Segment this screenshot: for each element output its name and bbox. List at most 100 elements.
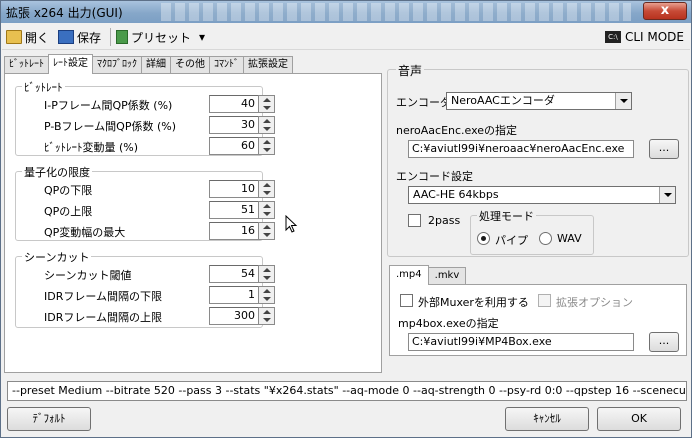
qpstep-spinner[interactable] — [258, 222, 275, 240]
preset-button[interactable]: プリセット ▾ — [116, 27, 205, 47]
qpmin-input[interactable]: 10 — [209, 180, 259, 198]
folder-icon — [6, 30, 22, 44]
qpmax-label: QPの上限 — [44, 205, 93, 218]
tab-mp4[interactable]: .mp4 — [389, 265, 429, 285]
scenecut-row: シーンカット閾値 54 — [16, 265, 275, 283]
pb-ratio-spinner[interactable] — [258, 116, 275, 134]
qpmin-spinner[interactable] — [258, 180, 275, 198]
qcomp-spinner[interactable] — [258, 137, 275, 155]
settings-tabbar: ﾋﾞｯﾄﾚｰﾄ ﾚｰﾄ設定 ﾏｸﾛﾌﾞﾛｯｸ 詳細 その他 ｺﾏﾝﾄﾞ 拡張設定 — [4, 54, 293, 74]
qcomp-row: ﾋﾞｯﾄﾚｰﾄ変動量 (%) 60 — [16, 137, 275, 155]
min-keyint-label: IDRフレーム間隔の下限 — [44, 290, 163, 303]
mp4box-path-input[interactable]: C:¥aviutl99i¥MP4Box.exe — [408, 333, 634, 351]
encoder-select[interactable]: NeroAACエンコーダ — [446, 92, 632, 110]
save-label: 保存 — [77, 30, 102, 45]
processing-mode-group: 処理モード パイプ WAV — [470, 208, 594, 255]
twopass-label: 2pass — [428, 214, 461, 227]
open-label: 開く — [25, 30, 50, 45]
qpstep-input[interactable]: 16 — [209, 222, 259, 240]
mode-pipe-radio[interactable] — [477, 232, 490, 245]
scenecut-group-title: シーンカット — [22, 249, 92, 265]
scenecut-spinner[interactable] — [258, 265, 275, 283]
ip-ratio-row: I-Pフレーム間QP係数 (%) 40 — [16, 95, 275, 113]
audio-group: 音声 エンコーダ NeroAACエンコーダ neroAacEnc.exeの指定 … — [387, 62, 689, 257]
qpmax-row: QPの上限 51 — [16, 201, 275, 219]
mode-pipe-label: パイプ — [495, 234, 528, 247]
min-keyint-row: IDRフレーム間隔の下限 1 — [16, 286, 275, 304]
qpstep-label: QP変動幅の最大 — [44, 226, 126, 239]
encoder-label: エンコーダ — [396, 96, 451, 109]
exe-browse-button[interactable]: ... — [649, 139, 679, 159]
min-keyint-spinner[interactable] — [258, 286, 275, 304]
pb-ratio-input[interactable]: 30 — [209, 116, 259, 134]
cli-mode-button[interactable]: C:\ CLI MODE — [604, 27, 684, 47]
open-button[interactable]: 開く — [6, 27, 49, 47]
command-line-preview[interactable]: --preset Medium --bitrate 520 --pass 3 -… — [7, 381, 687, 401]
encoder-value: NeroAACエンコーダ — [451, 94, 555, 107]
encode-settings-value: AAC-HE 64kbps — [413, 188, 499, 201]
scenecut-label: シーンカット閾値 — [44, 269, 132, 282]
preset-label: プリセット — [131, 30, 192, 45]
tab-other[interactable]: その他 — [170, 56, 210, 74]
twopass-checkbox[interactable] — [408, 214, 421, 227]
keyint-input[interactable]: 300 — [209, 307, 259, 325]
cancel-button[interactable]: ｷｬﾝｾﾙ — [505, 407, 589, 431]
toolbar-separator — [110, 28, 111, 46]
audio-muxer-panel: 音声 エンコーダ NeroAACエンコーダ neroAacEnc.exeの指定 … — [387, 62, 689, 375]
cli-mode-label: CLI MODE — [624, 30, 684, 44]
ok-button[interactable]: OK — [597, 407, 681, 431]
ip-ratio-label: I-Pフレーム間QP係数 (%) — [44, 99, 173, 112]
processing-mode-title: 処理モード — [477, 208, 536, 224]
tab-details[interactable]: 詳細 — [141, 56, 171, 74]
pb-ratio-row: P-Bフレーム間QP係数 (%) 30 — [16, 116, 275, 134]
tab-command[interactable]: ｺﾏﾝﾄﾞ — [209, 56, 244, 74]
min-keyint-input[interactable]: 1 — [209, 286, 259, 304]
exe-path-input[interactable]: C:¥aviutl99i¥neroaac¥neroAacEnc.exe — [408, 140, 634, 158]
keyint-label: IDRフレーム間隔の上限 — [44, 311, 163, 324]
qpstep-row: QP変動幅の最大 16 — [16, 222, 275, 240]
mp4-muxer-panel: 外部Muxerを利用する 拡張オプション mp4box.exeの指定 C:¥av… — [389, 284, 687, 356]
ip-ratio-spinner[interactable] — [258, 95, 275, 113]
keyint-row: IDRフレーム間隔の上限 300 — [16, 307, 275, 325]
default-button[interactable]: ﾃﾞﾌｫﾙﾄ — [7, 407, 91, 431]
audio-group-title: 音声 — [396, 62, 425, 79]
quantizer-limit-group: 量子化の限度 QPの下限 10 QPの上限 51 QP変動幅の最大 16 — [15, 164, 275, 241]
external-muxer-label: 外部Muxerを利用する — [418, 296, 529, 309]
floppy-icon — [58, 30, 74, 44]
qpmin-label: QPの下限 — [44, 184, 93, 197]
preset-icon — [116, 30, 128, 44]
window-title: 拡張 x264 出力(GUI) — [6, 6, 123, 20]
ext-option-checkbox[interactable] — [538, 294, 551, 307]
mp4box-path-label: mp4box.exeの指定 — [398, 317, 499, 330]
bitrate-group: ﾋﾞｯﾄﾚｰﾄ I-Pフレーム間QP係数 (%) 40 P-Bフレーム間QP係数… — [15, 79, 275, 156]
save-button[interactable]: 保存 — [58, 27, 101, 47]
tab-extended-settings[interactable]: 拡張設定 — [243, 56, 293, 74]
scenecut-group: シーンカット シーンカット閾値 54 IDRフレーム間隔の下限 1 IDRフレー… — [15, 249, 275, 328]
tab-bitrate[interactable]: ﾋﾞｯﾄﾚｰﾄ — [4, 56, 49, 74]
mode-wav-label: WAV — [557, 232, 582, 245]
ip-ratio-input[interactable]: 40 — [209, 95, 259, 113]
chevron-down-icon — [615, 93, 631, 109]
close-button[interactable]: x — [643, 2, 687, 20]
mp4box-browse-button[interactable]: ... — [649, 332, 679, 352]
qpmax-input[interactable]: 51 — [209, 201, 259, 219]
external-muxer-checkbox[interactable] — [400, 294, 413, 307]
quantizer-group-title: 量子化の限度 — [22, 164, 92, 180]
keyint-spinner[interactable] — [258, 307, 275, 325]
title-bar[interactable]: 拡張 x264 出力(GUI) x — [1, 1, 691, 23]
mode-wav-radio[interactable] — [539, 232, 552, 245]
tab-rate-settings[interactable]: ﾚｰﾄ設定 — [48, 54, 93, 74]
tab-macroblock[interactable]: ﾏｸﾛﾌﾞﾛｯｸ — [92, 56, 142, 74]
encode-settings-label: エンコード設定 — [396, 170, 473, 183]
chevron-down-icon: ▾ — [199, 30, 206, 44]
qcomp-input[interactable]: 60 — [209, 137, 259, 155]
qpmin-row: QPの下限 10 — [16, 180, 275, 198]
scenecut-input[interactable]: 54 — [209, 265, 259, 283]
console-icon: C:\ — [604, 31, 621, 43]
qpmax-spinner[interactable] — [258, 201, 275, 219]
tab-mkv[interactable]: .mkv — [427, 267, 467, 285]
mouse-cursor-icon — [285, 215, 298, 233]
bitrate-group-title: ﾋﾞｯﾄﾚｰﾄ — [22, 79, 65, 95]
ext-option-label: 拡張オプション — [556, 296, 633, 309]
encode-settings-select[interactable]: AAC-HE 64kbps — [408, 186, 676, 204]
